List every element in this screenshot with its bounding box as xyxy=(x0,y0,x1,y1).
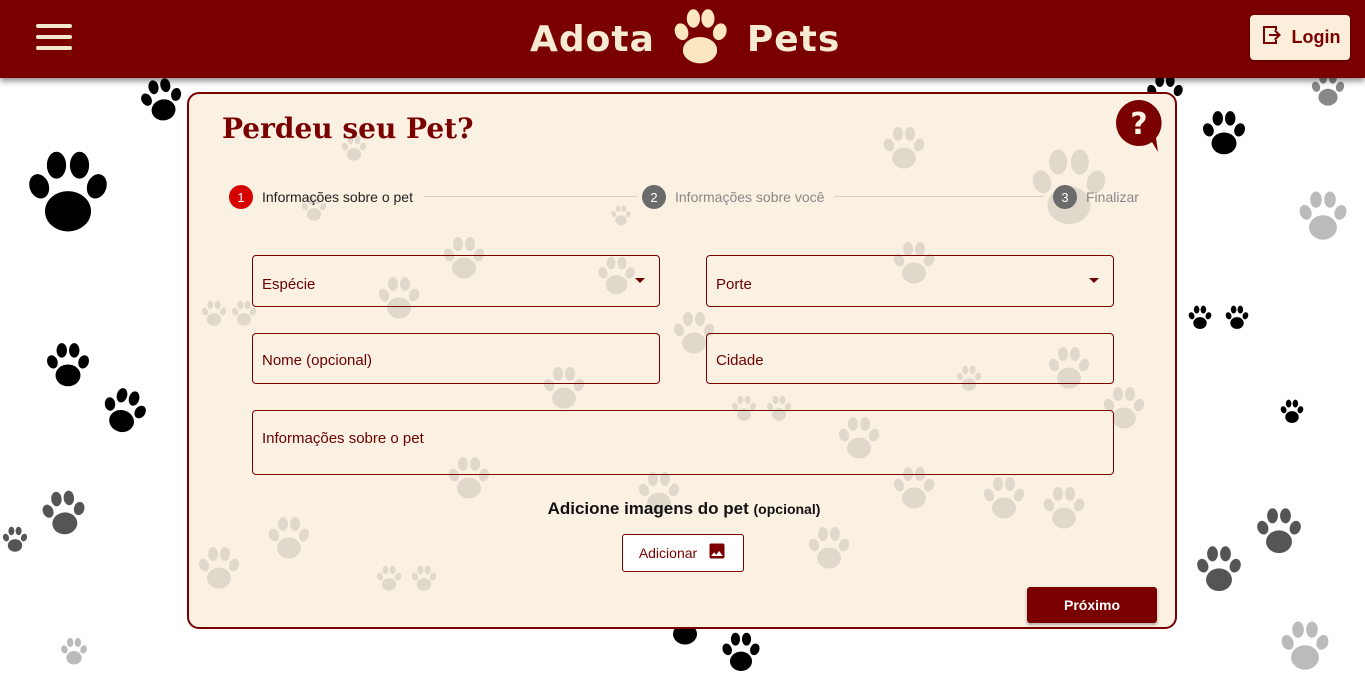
paw-print-icon xyxy=(58,636,90,668)
images-section-title: Adicione imagens do pet (opcional) xyxy=(189,499,1175,519)
cidade-input[interactable]: Cidade xyxy=(706,333,1114,384)
paw-print-icon xyxy=(42,340,94,392)
step-label: Informações sobre o pet xyxy=(262,189,413,205)
stepper-connector xyxy=(834,196,1044,197)
lost-pet-form-card: Perdeu seu Pet? ? 1 Informações sobre o … xyxy=(187,92,1177,629)
info-textarea[interactable]: Informações sobre o pet xyxy=(252,410,1114,475)
images-optional-text: (opcional) xyxy=(753,501,821,517)
dropdown-arrow-icon xyxy=(1089,278,1099,283)
paw-print-icon xyxy=(1278,398,1306,426)
step-label: Finalizar xyxy=(1086,189,1139,205)
paw-print-icon xyxy=(0,525,30,555)
image-icon xyxy=(707,541,727,566)
next-button[interactable]: Próximo xyxy=(1027,587,1157,623)
paw-print-icon xyxy=(1294,188,1352,246)
especie-select[interactable]: Espécie xyxy=(252,255,660,307)
next-label: Próximo xyxy=(1063,597,1120,613)
images-title-text: Adicione imagens do pet xyxy=(547,499,749,518)
paw-print-icon xyxy=(137,76,187,126)
info-label: Informações sobre o pet xyxy=(262,430,424,447)
brand-left-text: Adota xyxy=(530,18,655,60)
add-images-label: Adicionar xyxy=(638,545,698,561)
help-icon[interactable]: ? xyxy=(1114,98,1164,159)
paw-print-icon xyxy=(409,564,439,599)
paw-print-icon xyxy=(1198,108,1250,160)
paw-print-icon xyxy=(718,630,764,676)
page-title: Perdeu seu Pet? xyxy=(222,112,474,145)
step-2[interactable]: 2 Informações sobre você xyxy=(642,185,824,209)
especie-label: Espécie xyxy=(262,276,316,293)
paw-print-icon xyxy=(264,514,314,569)
paw-print-icon xyxy=(38,488,90,540)
paw-print-icon xyxy=(194,544,244,599)
login-label: Login xyxy=(1291,27,1341,47)
cidade-label: Cidade xyxy=(716,352,764,369)
login-button[interactable]: Login xyxy=(1250,15,1350,60)
dropdown-arrow-icon xyxy=(635,278,645,283)
paw-print-icon xyxy=(199,299,229,334)
menu-icon[interactable] xyxy=(36,24,72,52)
brand-right-text: Pets xyxy=(746,18,841,60)
paw-print-icon xyxy=(20,146,116,242)
top-header: Adota Pets Login xyxy=(0,0,1365,78)
paw-logo-icon xyxy=(667,4,733,75)
login-icon xyxy=(1260,23,1284,52)
step-1[interactable]: 1 Informações sobre o pet xyxy=(229,185,413,209)
add-images-button[interactable]: Adicionar xyxy=(622,534,744,572)
brand-logo[interactable]: Adota Pets xyxy=(530,4,840,74)
step-number: 2 xyxy=(642,185,666,209)
nome-label: Nome (opcional) xyxy=(262,352,373,369)
svg-text:?: ? xyxy=(1130,107,1147,142)
paw-print-icon xyxy=(374,564,404,599)
paw-print-icon xyxy=(1192,543,1246,597)
step-number: 1 xyxy=(229,185,253,209)
paw-print-icon xyxy=(1252,505,1306,559)
porte-label: Porte xyxy=(716,276,752,293)
stepper-connector xyxy=(424,196,637,197)
paw-print-icon xyxy=(1223,304,1251,332)
porte-select[interactable]: Porte xyxy=(706,255,1114,307)
step-label: Informações sobre você xyxy=(675,189,825,205)
paw-print-icon xyxy=(879,124,929,179)
paw-print-icon xyxy=(1186,304,1214,332)
step-3[interactable]: 3 Finalizar xyxy=(1053,185,1139,209)
paw-print-icon xyxy=(609,204,633,233)
paw-print-icon xyxy=(1276,618,1334,676)
paw-print-icon xyxy=(804,524,854,579)
step-number: 3 xyxy=(1053,185,1077,209)
paw-print-icon xyxy=(98,386,150,438)
nome-input[interactable]: Nome (opcional) xyxy=(252,333,660,384)
